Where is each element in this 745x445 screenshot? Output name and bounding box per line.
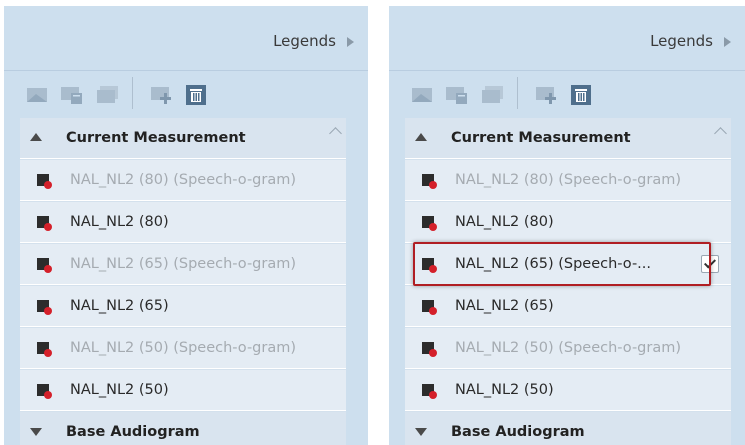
list-item-label: NAL_NL2 (65): [70, 298, 169, 314]
list-item[interactable]: NAL_NL2 (80) (Speech-o-gram): [405, 160, 731, 201]
list-item-label: NAL_NL2 (80): [70, 214, 169, 230]
legend-marker-icon: [37, 258, 52, 273]
legends-header[interactable]: Legends: [4, 24, 368, 58]
list-item-label: NAL_NL2 (50): [455, 382, 554, 398]
visibility-checkbox[interactable]: [701, 255, 719, 273]
legend-marker-icon: [422, 216, 437, 231]
layer-copy-icon[interactable]: [96, 85, 120, 105]
legend-list: Current Measurement NAL_NL2 (80) (Speech…: [405, 118, 731, 445]
legends-panel-right: Legends Current Measurement NAL_NL2 (80)…: [389, 6, 745, 445]
collapse-triangle-icon[interactable]: [30, 133, 42, 141]
legend-toolbar: [4, 70, 368, 115]
legend-marker-icon: [422, 342, 437, 357]
layer-delete-icon[interactable]: [60, 85, 84, 105]
list-item[interactable]: NAL_NL2 (65): [405, 286, 731, 327]
list-item[interactable]: NAL_NL2 (80) (Speech-o-gram): [20, 160, 346, 201]
toolbar-separator: [132, 77, 133, 109]
trash-icon[interactable]: [184, 85, 208, 105]
list-item-label: NAL_NL2 (80) (Speech-o-gram): [455, 172, 682, 188]
legend-marker-icon: [37, 216, 52, 231]
list-item[interactable]: NAL_NL2 (80): [405, 202, 731, 243]
list-item[interactable]: NAL_NL2 (50) (Speech-o-gram): [405, 328, 731, 369]
expand-triangle-icon[interactable]: [30, 428, 42, 436]
list-item-hovered[interactable]: NAL_NL2 (65) (Speech-o-...: [405, 244, 731, 285]
toolbar-separator: [517, 77, 518, 109]
trash-icon[interactable]: [569, 85, 593, 105]
chevron-right-icon[interactable]: [347, 37, 354, 47]
group-label: Current Measurement: [451, 130, 631, 146]
legend-marker-icon: [422, 174, 437, 189]
list-item-label: NAL_NL2 (65) (Speech-o-gram): [70, 256, 297, 272]
legends-title: Legends: [650, 32, 713, 50]
legends-title: Legends: [273, 32, 336, 50]
list-item-label: NAL_NL2 (50) (Speech-o-gram): [455, 340, 682, 356]
chevron-right-icon[interactable]: [724, 37, 731, 47]
group-label: Base Audiogram: [451, 424, 585, 440]
list-item-label: NAL_NL2 (80) (Speech-o-gram): [70, 172, 297, 188]
group-base-audiogram[interactable]: Base Audiogram: [20, 412, 346, 445]
legend-marker-icon: [422, 258, 437, 273]
legend-marker-icon: [37, 174, 52, 189]
list-item[interactable]: NAL_NL2 (50) (Speech-o-gram): [20, 328, 346, 369]
list-item-label: NAL_NL2 (65) (Speech-o-...: [455, 256, 651, 272]
group-current-measurement[interactable]: Current Measurement: [20, 118, 346, 159]
layer-add-icon[interactable]: [535, 85, 559, 105]
group-base-audiogram[interactable]: Base Audiogram: [405, 412, 731, 445]
list-item[interactable]: NAL_NL2 (50): [20, 370, 346, 411]
layer-add-icon[interactable]: [150, 85, 174, 105]
collapse-triangle-icon[interactable]: [415, 133, 427, 141]
layer-icon[interactable]: [26, 85, 50, 105]
list-item[interactable]: NAL_NL2 (65): [20, 286, 346, 327]
legends-panel-left: Legends Current Measurement NAL_NL2 (80)…: [4, 6, 368, 445]
layer-icon[interactable]: [411, 85, 435, 105]
legend-marker-icon: [422, 300, 437, 315]
list-item-label: NAL_NL2 (50) (Speech-o-gram): [70, 340, 297, 356]
group-current-measurement[interactable]: Current Measurement: [405, 118, 731, 159]
list-item-label: NAL_NL2 (80): [455, 214, 554, 230]
legends-header[interactable]: Legends: [389, 24, 745, 58]
list-item[interactable]: NAL_NL2 (50): [405, 370, 731, 411]
legend-list: Current Measurement NAL_NL2 (80) (Speech…: [20, 118, 346, 445]
list-item[interactable]: NAL_NL2 (65) (Speech-o-gram): [20, 244, 346, 285]
expand-triangle-icon[interactable]: [415, 428, 427, 436]
list-item[interactable]: NAL_NL2 (80): [20, 202, 346, 243]
list-item-label: NAL_NL2 (50): [70, 382, 169, 398]
group-label: Current Measurement: [66, 130, 246, 146]
legend-marker-icon: [422, 384, 437, 399]
legend-toolbar: [389, 70, 745, 115]
legend-marker-icon: [37, 300, 52, 315]
group-label: Base Audiogram: [66, 424, 200, 440]
list-item-label: NAL_NL2 (65): [455, 298, 554, 314]
layer-delete-icon[interactable]: [445, 85, 469, 105]
scroll-up-icon[interactable]: [329, 127, 342, 140]
legend-marker-icon: [37, 384, 52, 399]
scroll-up-icon[interactable]: [714, 127, 727, 140]
layer-copy-icon[interactable]: [481, 85, 505, 105]
legend-marker-icon: [37, 342, 52, 357]
